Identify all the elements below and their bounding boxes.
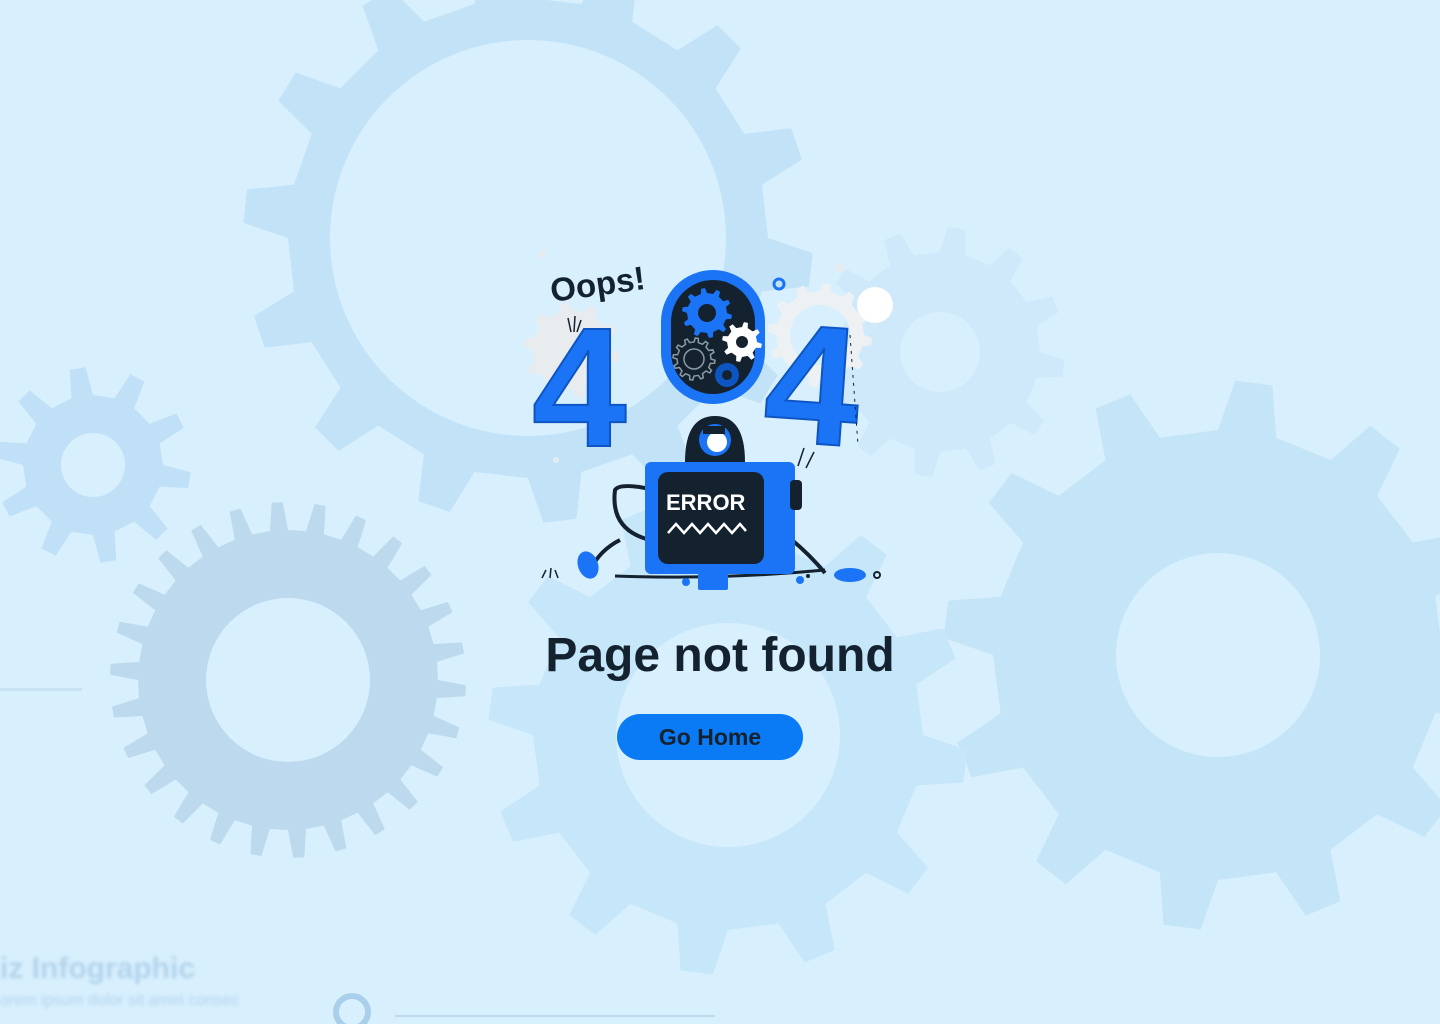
- digit-four-right: 4: [759, 287, 867, 483]
- background-gear-small-icon: [0, 367, 191, 563]
- page-not-found-heading: Page not found: [545, 629, 895, 682]
- faded-ring-icon: [333, 993, 371, 1024]
- faded-background-rule: [395, 1015, 715, 1017]
- error-screen-text: ERROR: [666, 490, 746, 515]
- go-home-button[interactable]: Go Home: [617, 714, 803, 760]
- faded-line: [0, 688, 82, 691]
- faded-background-subtitle: orem ipsum dolor sit amet consec: [0, 992, 240, 1009]
- faded-background-title: iz Infographic: [0, 952, 195, 985]
- digit-four-left: 4: [532, 293, 627, 483]
- robot-head-zero: [661, 270, 765, 404]
- error-404-illustration: Oops! 4 4 ERROR: [524, 250, 893, 590]
